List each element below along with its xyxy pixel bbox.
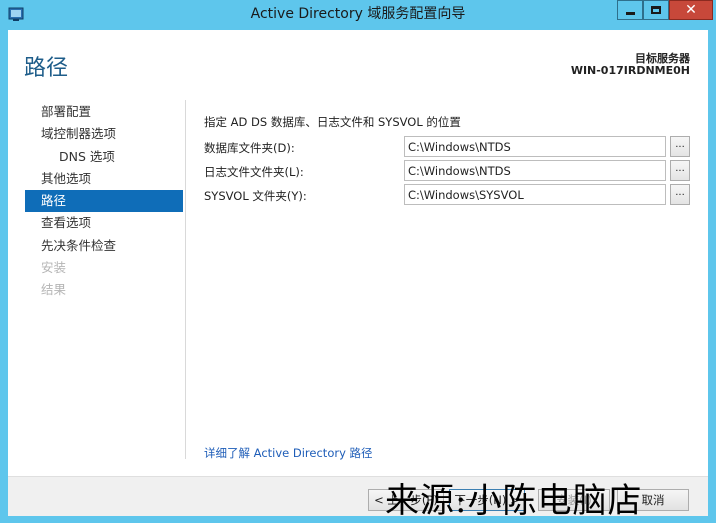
database-folder-row: 数据库文件夹(D): ... [204,136,694,160]
window-title: Active Directory 域服务配置向导 [250,6,466,22]
database-folder-input[interactable] [404,136,666,157]
nav-item-installation: 安装 [41,260,67,276]
source-watermark: 来源:小陈电脑店 [385,481,643,521]
minimize-icon [626,12,635,15]
wizard-window: Active Directory 域服务配置向导 ✕ 路径 目标服务器 WIN-… [0,0,716,523]
minimize-button[interactable] [617,0,643,20]
paths-description: 指定 AD DS 数据库、日志文件和 SYSVOL 的位置 [204,115,461,129]
sysvol-folder-label: SYSVOL 文件夹(Y): [204,189,307,203]
database-folder-label: 数据库文件夹(D): [204,141,295,155]
nav-item-results: 结果 [41,282,67,298]
nav-item-dns-options[interactable]: DNS 选项 [25,146,183,168]
sysvol-folder-row: SYSVOL 文件夹(Y): ... [204,184,694,208]
nav-item-paths[interactable]: 路径 [25,190,183,213]
wizard-client-area: 路径 目标服务器 WIN-017IRDNME0H 部署配置 域控制器选项 DNS… [8,30,708,516]
log-folder-browse-button[interactable]: ... [670,160,690,181]
nav-item-dc-options[interactable]: 域控制器选项 [25,123,183,145]
nav-item-prerequisites-check[interactable]: 先决条件检查 [25,235,183,257]
maximize-button[interactable] [643,0,669,20]
learn-more-link[interactable]: 详细了解 Active Directory 路径 [204,445,373,461]
close-icon: ✕ [685,2,697,18]
nav-item-deployment-config[interactable]: 部署配置 [25,101,183,123]
maximize-icon [651,6,661,14]
nav-item-review-options[interactable]: 查看选项 [25,212,183,234]
page-title: 路径 [24,56,69,81]
log-folder-input[interactable] [404,160,666,181]
wizard-nav: 部署配置 域控制器选项 DNS 选项 其他选项 路径 查看选项 先决条件检查 安… [25,101,183,302]
title-bar[interactable]: Active Directory 域服务配置向导 ✕ [0,0,716,29]
database-folder-browse-button[interactable]: ... [670,136,690,157]
target-server-name: WIN-017IRDNME0H [570,64,690,77]
log-folder-row: 日志文件文件夹(L): ... [204,160,694,184]
sysvol-folder-input[interactable] [404,184,666,205]
nav-item-additional-options[interactable]: 其他选项 [25,168,183,190]
nav-divider [185,100,186,459]
paths-panel: 指定 AD DS 数据库、日志文件和 SYSVOL 的位置 数据库文件夹(D):… [204,114,694,208]
sysvol-folder-browse-button[interactable]: ... [670,184,690,205]
close-button[interactable]: ✕ [669,0,713,20]
log-folder-label: 日志文件文件夹(L): [204,165,304,179]
